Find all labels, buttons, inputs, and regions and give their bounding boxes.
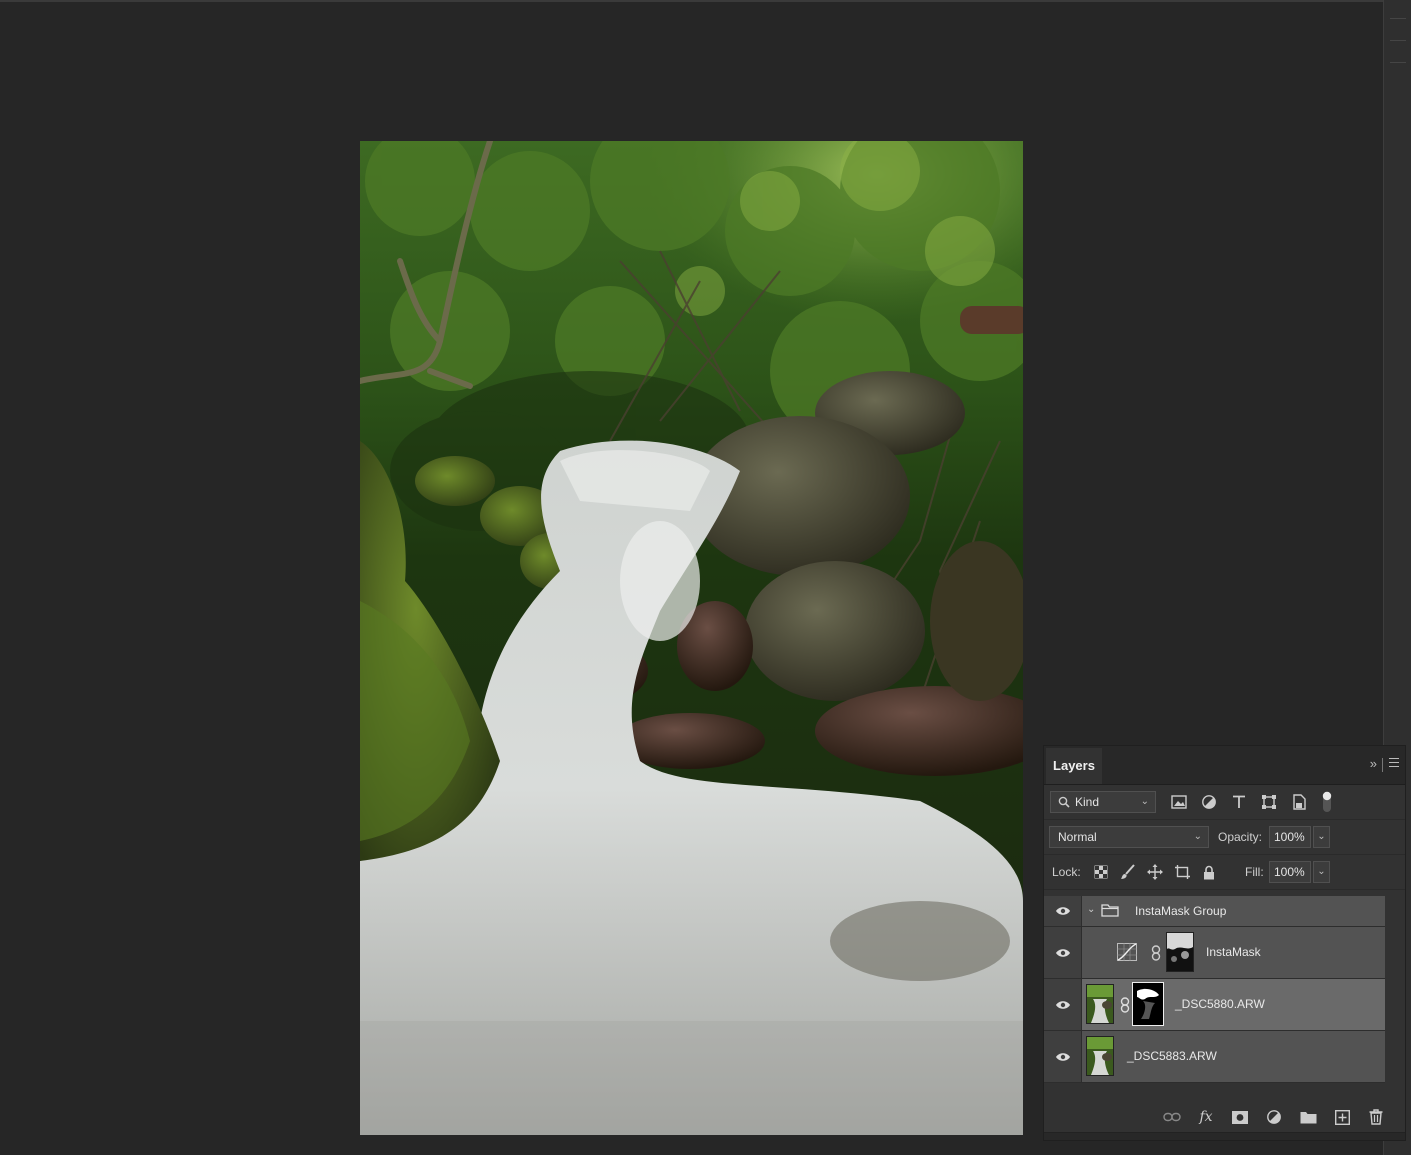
mask-link-icon[interactable] xyxy=(1151,945,1161,961)
layer-name[interactable]: InstaMask xyxy=(1206,945,1261,959)
visibility-eye-icon[interactable] xyxy=(1044,896,1082,926)
layer-row[interactable]: ⌄ InstaMask Group xyxy=(1044,896,1385,927)
image-filter-icon[interactable] xyxy=(1170,793,1188,811)
expand-chevron-icon[interactable]: ⌄ xyxy=(1087,904,1095,915)
layer-row[interactable]: _DSC5883.ARW xyxy=(1044,1031,1385,1083)
collapse-panel-icon[interactable]: » xyxy=(1370,756,1377,771)
lock-row: Lock: Fill: 100% ⌄ xyxy=(1044,855,1405,890)
fill-input[interactable]: 100% xyxy=(1269,861,1311,883)
panel-tab-bar: Layers » xyxy=(1044,746,1405,785)
new-layer-icon[interactable] xyxy=(1333,1108,1351,1126)
waterfall-photo xyxy=(360,141,1023,1135)
lock-label: Lock: xyxy=(1052,865,1081,879)
blend-mode-value: Normal xyxy=(1058,830,1097,844)
type-filter-icon[interactable] xyxy=(1230,793,1248,811)
panel-scrollbar[interactable] xyxy=(1385,896,1405,1080)
lock-all-icon[interactable] xyxy=(1200,863,1218,881)
layer-row[interactable]: InstaMask xyxy=(1044,927,1385,979)
layers-panel-footer: fx xyxy=(1044,1102,1405,1132)
filter-kind-dropdown[interactable]: Kind ⌄ xyxy=(1050,791,1156,813)
layer-name[interactable]: _DSC5883.ARW xyxy=(1127,1049,1217,1063)
opacity-dropdown-icon[interactable]: ⌄ xyxy=(1313,826,1330,848)
visibility-eye-icon[interactable] xyxy=(1044,979,1082,1030)
layer-name[interactable]: _DSC5880.ARW xyxy=(1175,997,1265,1011)
chevron-down-icon: ⌄ xyxy=(1193,831,1202,842)
panel-menu-icon[interactable] xyxy=(1389,758,1399,767)
blend-mode-dropdown[interactable]: Normal ⌄ xyxy=(1049,826,1209,848)
opacity-label: Opacity: xyxy=(1218,830,1263,844)
blend-row: Normal ⌄ Opacity: 100% ⌄ xyxy=(1044,820,1405,855)
curves-adjustment-icon xyxy=(1117,943,1137,961)
layer-mask-thumbnail[interactable] xyxy=(1166,932,1194,972)
lock-paint-icon[interactable] xyxy=(1119,863,1137,881)
layer-mask-thumbnail[interactable] xyxy=(1132,982,1164,1026)
filter-kind-value: Kind xyxy=(1075,795,1100,809)
filter-row: Kind ⌄ xyxy=(1044,785,1405,820)
filter-toggle-icon[interactable] xyxy=(1322,791,1332,813)
chevron-down-icon: ⌄ xyxy=(1140,796,1149,807)
adjustment-filter-icon[interactable] xyxy=(1200,793,1218,811)
layers-panel[interactable]: Layers » Kind ⌄ Normal ⌄ Opacity: 100% ⌄… xyxy=(1043,745,1406,1141)
lock-artboard-icon[interactable] xyxy=(1173,863,1191,881)
tab-layers[interactable]: Layers xyxy=(1046,748,1102,784)
smart-object-filter-icon[interactable] xyxy=(1290,793,1308,811)
layers-list: ⌄ InstaMask Group InstaMask _DSC5880.ARW xyxy=(1044,896,1385,1083)
folder-icon xyxy=(1101,904,1119,917)
fill-label: Fill: xyxy=(1245,865,1264,879)
lock-transparent-icon[interactable] xyxy=(1092,863,1110,881)
link-layers-icon[interactable] xyxy=(1163,1108,1181,1126)
layer-name[interactable]: InstaMask Group xyxy=(1135,904,1226,918)
lock-position-icon[interactable] xyxy=(1146,863,1164,881)
delete-layer-icon[interactable] xyxy=(1367,1108,1385,1126)
layer-row-selected[interactable]: _DSC5880.ARW xyxy=(1044,979,1385,1031)
new-adjustment-icon[interactable] xyxy=(1265,1108,1283,1126)
new-group-icon[interactable] xyxy=(1299,1108,1317,1126)
panel-resize-grip[interactable] xyxy=(1044,1132,1405,1140)
visibility-eye-icon[interactable] xyxy=(1044,927,1082,978)
search-icon xyxy=(1058,796,1070,808)
shape-filter-icon[interactable] xyxy=(1260,793,1278,811)
mask-link-icon[interactable] xyxy=(1120,997,1130,1013)
document-image[interactable] xyxy=(360,141,1023,1135)
visibility-eye-icon[interactable] xyxy=(1044,1031,1082,1082)
fx-icon[interactable]: fx xyxy=(1197,1108,1215,1126)
fill-dropdown-icon[interactable]: ⌄ xyxy=(1313,861,1330,883)
layer-thumbnail[interactable] xyxy=(1086,1036,1114,1076)
add-mask-icon[interactable] xyxy=(1231,1108,1249,1126)
layer-thumbnail[interactable] xyxy=(1086,984,1114,1024)
opacity-input[interactable]: 100% xyxy=(1269,826,1311,848)
